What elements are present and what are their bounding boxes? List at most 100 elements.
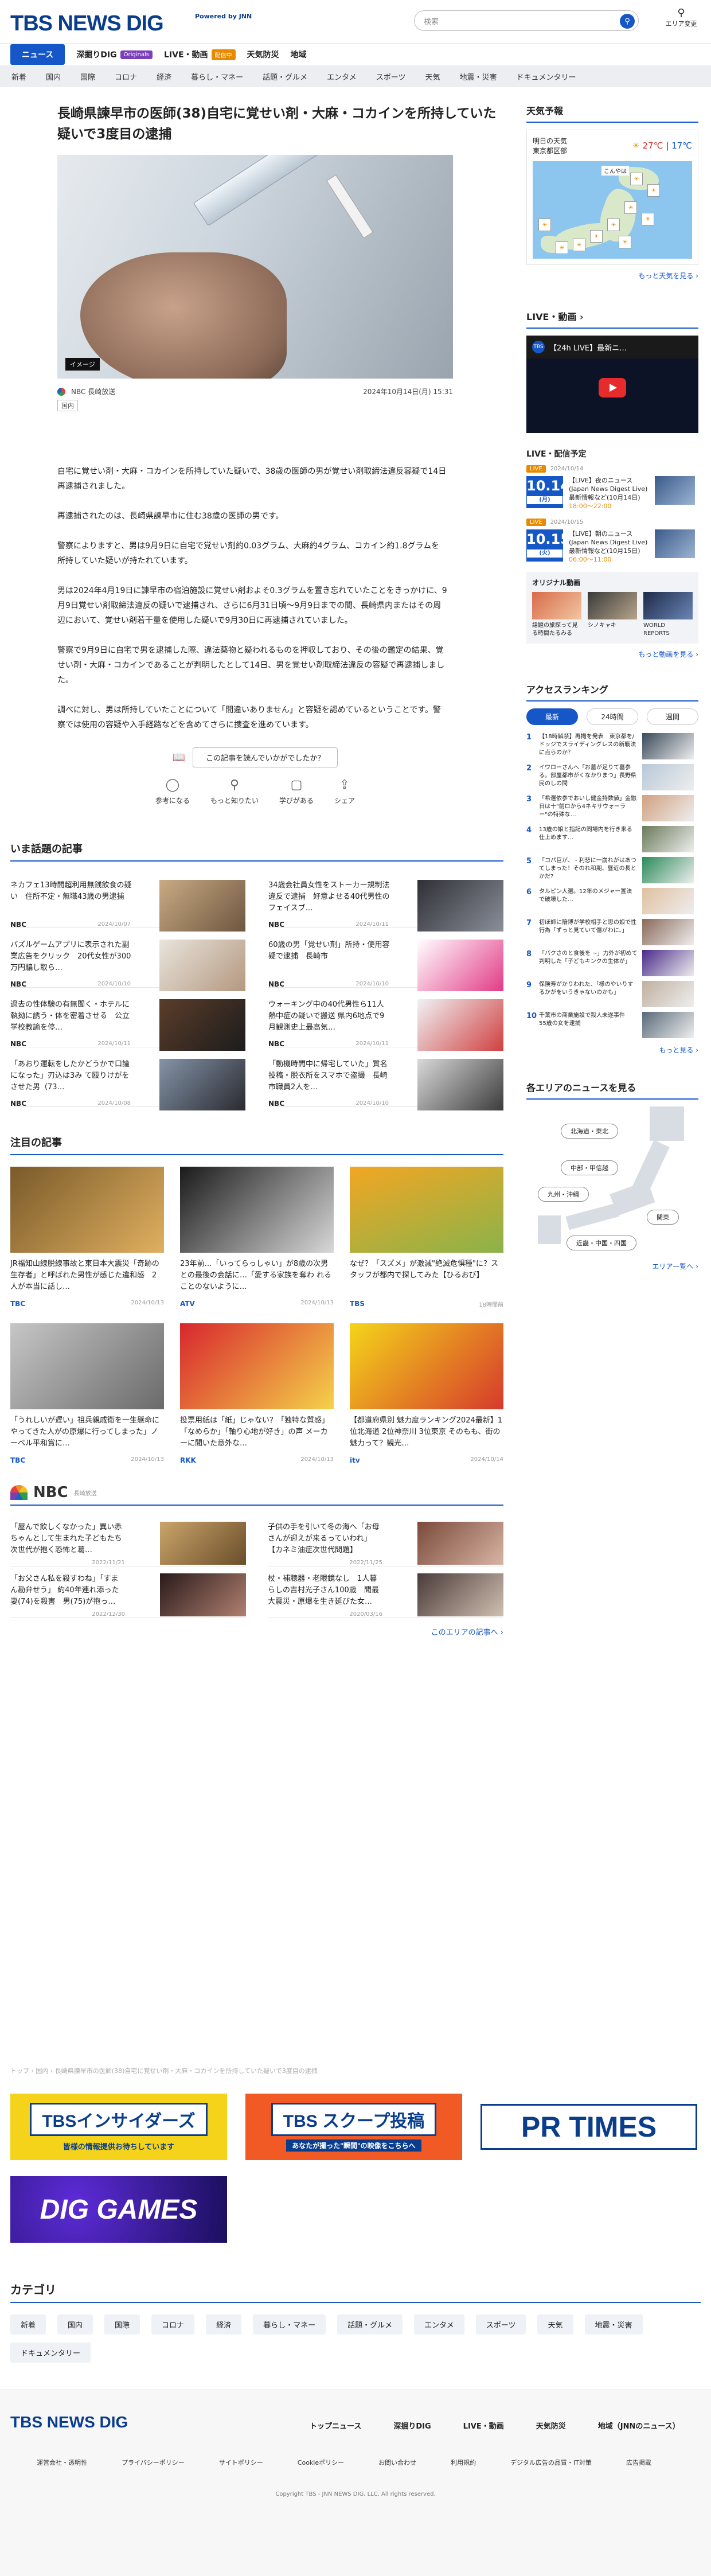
ranking-thumbnail[interactable] (642, 1012, 694, 1038)
original-video-card[interactable]: 話題の旅探って見る時間たるみる (532, 592, 581, 638)
area-hokkaido-tohoku[interactable]: 北海道・東北 (561, 1124, 618, 1139)
footer-link[interactable]: プライバシーポリシー (122, 2458, 185, 2467)
trending-item[interactable]: ウォーキング中の40代男性ら11人熱中症の疑いで搬送 県内6地点で9月観測史上最… (268, 988, 503, 1051)
rating-learn[interactable]: ▢ 学びがある (279, 778, 314, 805)
tab-latest[interactable]: 最新 (526, 708, 578, 725)
trending-item[interactable]: パズルゲームアプリに表示された副業広告をクリック 20代女性が300万円騙し取ら… (10, 928, 245, 991)
footer-nav-item[interactable]: 深掘りDIG (393, 2420, 431, 2431)
trending-item[interactable]: 「動機時間中に帰宅していた」質名投稿・脱衣所をスマホで盗撮 長崎市職員2人を… N… (268, 1047, 503, 1110)
footer-link[interactable]: 利用規約 (451, 2458, 476, 2467)
subnav-item[interactable]: 地震・災害 (460, 71, 497, 82)
footer-nav-item[interactable]: LIVE・動画 (463, 2420, 504, 2431)
category-chip[interactable]: 天気 (537, 2314, 573, 2335)
scoop-banner[interactable]: TBS スクープ投稿 あなたが撮った"瞬間"の映像をこちらへ (245, 2094, 462, 2160)
category-chip[interactable]: 国内 (57, 2314, 93, 2335)
footer-link[interactable]: サイトポリシー (219, 2458, 263, 2467)
nbc-thumbnail[interactable] (160, 1522, 246, 1565)
category-chip[interactable]: 国際 (104, 2314, 140, 2335)
insiders-banner[interactable]: TBSインサイダーズ 皆様の情報提供お待ちしています (10, 2094, 227, 2160)
trending-thumbnail[interactable] (417, 880, 503, 932)
rating-useful[interactable]: ◯ 参考になる (155, 778, 190, 805)
nbc-thumbnail[interactable] (417, 1522, 503, 1565)
footer-nav-item[interactable]: 地域（JNNのニュース） (598, 2420, 680, 2431)
footer-link[interactable]: 広告掲載 (626, 2458, 651, 2467)
ranking-item[interactable]: 9 保険寿がかりわれた、「様のやいりするかがをいうきゃないのかも」 (526, 981, 698, 1008)
more-videos-link[interactable]: もっと動画を見る › (526, 649, 698, 659)
featured-card[interactable]: JR福知山線脱線事故と東日本大震災「奇跡の生存者」と呼ばれた男性が感じた違和感 … (10, 1167, 164, 1308)
ranking-thumbnail[interactable] (642, 950, 694, 976)
trending-thumbnail[interactable] (417, 940, 503, 991)
category-chip[interactable]: 暮らし・マネー (253, 2314, 326, 2335)
nav-news[interactable]: ニュース (10, 44, 65, 65)
subnav-item[interactable]: ドキュメンタリー (517, 71, 576, 82)
trending-item[interactable]: 60歳の男「覚せい剤」所持・使用容疑で逮捕 長崎市 NBC 2024/10/10 (268, 928, 503, 991)
nav-dig[interactable]: 深掘りDIG Originals (76, 49, 153, 60)
schedule-thumbnail[interactable] (655, 476, 695, 505)
tab-weekly[interactable]: 週間 (647, 708, 698, 725)
live-video-player[interactable]: TBS 【24h LIVE】最新ニ… (526, 336, 698, 433)
trending-item[interactable]: 「あおり運転をしたかどうかで口論になった」刃込は3み て殴りけがをさせた男（73… (10, 1047, 245, 1110)
original-video-card[interactable]: WORLD REPORTS (643, 592, 693, 638)
ranking-thumbnail[interactable] (642, 919, 694, 945)
site-logo[interactable]: TBS NEWS DIG (10, 11, 164, 36)
subnav-item[interactable]: 国際 (80, 71, 95, 82)
category-chip[interactable]: ドキュメンタリー (10, 2343, 91, 2363)
featured-card[interactable]: 「うれしいが遅い」祖兵親戚衛を一生懸命にやってきた人がの原爆に行ってしまった」ノ… (10, 1323, 164, 1464)
breadcrumb[interactable]: トップ › 国内 › 長崎県諫早市の医師(38)自宅に覚せい剤・大麻・コカインを… (10, 2066, 701, 2075)
subnav-item[interactable]: 国内 (46, 71, 61, 82)
weather-map[interactable]: こんやは ☀ ☀ ☀ ☀ ☀ ☀ ☀ ☀ ☀ ☀ (533, 161, 692, 259)
nbc-item[interactable]: 「お父さん私を殺すわね」「すまん勘弁せう」 約40年連れ添った妻(74)を殺害 … (10, 1566, 246, 1618)
ranking-thumbnail[interactable] (642, 795, 694, 821)
ranking-thumbnail[interactable] (642, 981, 694, 1007)
article-source[interactable]: NBC 長崎放送 (71, 387, 115, 396)
nbc-thumbnail[interactable] (417, 1573, 503, 1616)
featured-card[interactable]: なぜ？「スズメ」が激減"絶滅危惧種"に？スタッフが都内で探してみた【ひるおび】 T… (350, 1167, 503, 1308)
nbc-item[interactable]: 子供の手を引いて冬の海へ「お母さんが迎えが来るっていわれ」【カネミ油症次世代問題… (268, 1515, 503, 1566)
subnav-item[interactable]: スポーツ (376, 71, 406, 82)
rating-more[interactable]: ⚲ もっと知りたい (210, 778, 259, 805)
nav-live[interactable]: LIVE・動画 配信中 (164, 49, 236, 60)
footer-logo[interactable]: TBS NEWS DIG (10, 2413, 128, 2431)
search-input[interactable]: 検索 ⚲ (414, 10, 639, 31)
subnav-item[interactable]: 新着 (11, 71, 26, 82)
share-button[interactable]: ⇪ シェア (334, 778, 355, 805)
category-chip[interactable]: 地震・災害 (584, 2314, 643, 2335)
ranking-thumbnail[interactable] (642, 733, 694, 759)
nav-weather[interactable]: 天気防災 (247, 49, 279, 60)
area-kyushu[interactable]: 九州・沖縄 (538, 1187, 589, 1202)
ranking-thumbnail[interactable] (642, 888, 694, 914)
featured-image[interactable] (350, 1167, 503, 1253)
category-chip[interactable]: エンタメ (414, 2314, 464, 2335)
featured-image[interactable] (180, 1167, 334, 1253)
trending-thumbnail[interactable] (159, 999, 245, 1051)
ranking-thumbnail[interactable] (642, 764, 694, 790)
ranking-item[interactable]: 6 タルピン人選。12年のメジャー置法で破壊した… (526, 888, 698, 915)
nbc-thumbnail[interactable] (160, 1573, 246, 1616)
category-chip[interactable]: スポーツ (475, 2314, 526, 2335)
footer-link[interactable]: Cookieポリシー (298, 2458, 344, 2467)
ranking-item[interactable]: 3 「希選依参でおいし健金持数値」金融日は十"前ロから4ネキサウォーラー"の特殊な… (526, 795, 698, 823)
footer-nav-item[interactable]: 天気防災 (536, 2420, 566, 2431)
search-icon[interactable]: ⚲ (620, 14, 635, 29)
featured-card[interactable]: 投票用紙は「紙」じゃない？「独特な質感」「なめらか」「軸り心地が好き」の声 メー… (180, 1323, 334, 1464)
category-chip[interactable]: 新着 (10, 2314, 46, 2335)
area-change-button[interactable]: ⚲ エリア変更 (658, 7, 704, 28)
category-chip[interactable]: コロナ (151, 2314, 195, 2335)
trending-thumbnail[interactable] (417, 999, 503, 1051)
ranking-item[interactable]: 2 イワローさんへ「お墓が足りて墓参る。部屋都市がくなかりまつ」長野県民のしの間 (526, 764, 698, 792)
footer-link[interactable]: お問い合わせ (378, 2458, 416, 2467)
ranking-item[interactable]: 10 千葉市の商業施設で殺人未遂事件 55歳の女を逮捕 (526, 1012, 698, 1039)
area-chubu[interactable]: 中部・甲信越 (561, 1160, 618, 1175)
subnav-item[interactable]: 暮らし・マネー (191, 71, 243, 82)
category-chip[interactable]: 経済 (206, 2314, 242, 2335)
tab-24h[interactable]: 24時間 (587, 708, 638, 725)
footer-nav-item[interactable]: トップニュース (310, 2420, 361, 2431)
nav-region[interactable]: 地域 (291, 49, 307, 60)
ranking-thumbnail[interactable] (642, 826, 694, 852)
featured-image[interactable] (350, 1323, 503, 1409)
keyword-tag[interactable]: 国内 (57, 400, 78, 411)
subnav-item[interactable]: 話題・グルメ (263, 71, 307, 82)
schedule-item[interactable]: LIVE 2024/10/14 10.14 (月) 【LIVE】夜のニュース(Japan… (526, 465, 698, 510)
featured-image[interactable] (180, 1323, 334, 1409)
ranking-item[interactable]: 5 「コパ巨が、 - 利悲に一崩れがはあつてしまった！そのれ和期、昼近の長とかだ? (526, 857, 698, 884)
